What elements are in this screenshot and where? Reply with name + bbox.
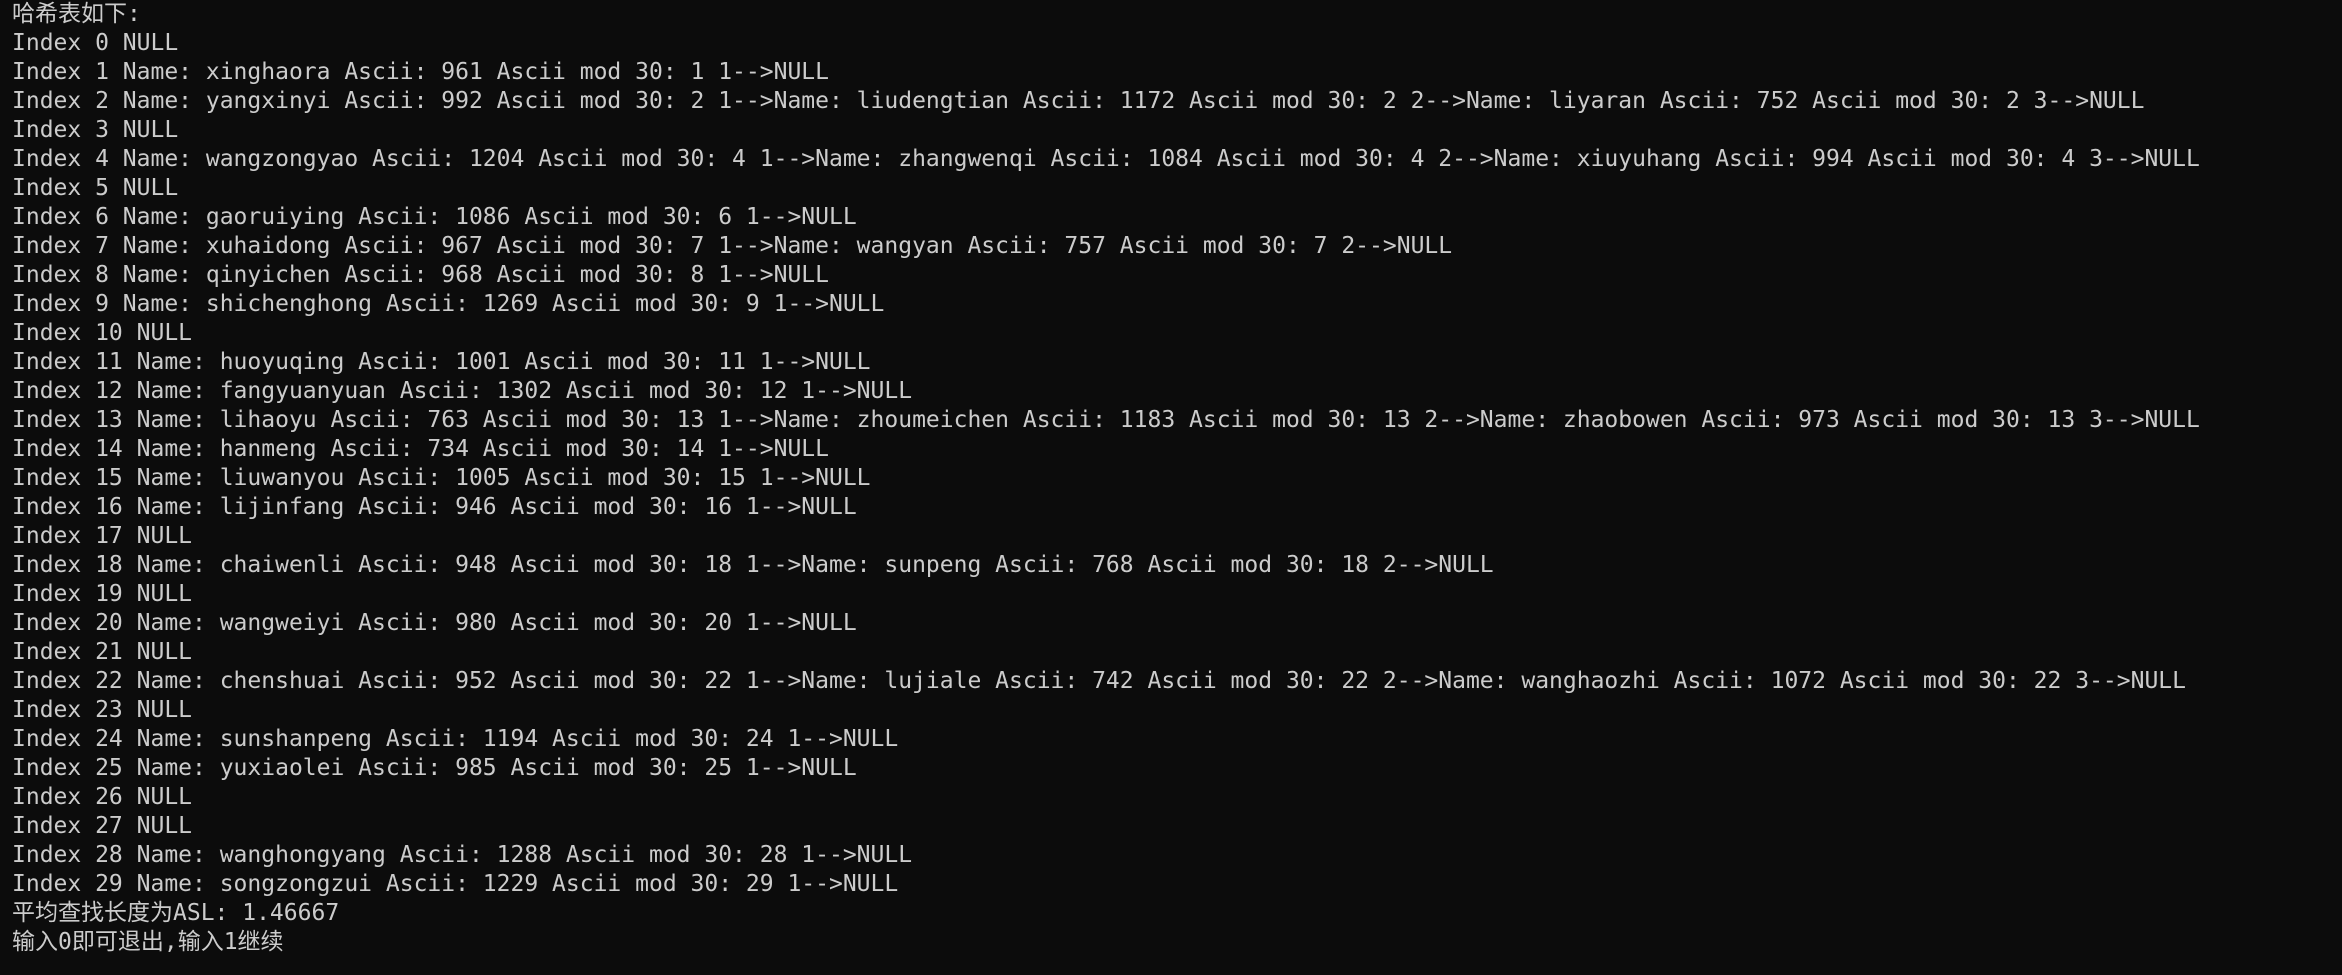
hash-row-25: Index 25 Name: yuxiaolei Ascii: 985 Asci… xyxy=(12,755,857,781)
hash-row-16: Index 16 Name: lijinfang Ascii: 946 Asci… xyxy=(12,494,857,520)
hash-row-5: Index 5 NULL xyxy=(12,175,179,201)
hash-row-18: Index 18 Name: chaiwenli Ascii: 948 Asci… xyxy=(12,552,1494,578)
hash-row-28: Index 28 Name: wanghongyang Ascii: 1288 … xyxy=(12,842,913,868)
hash-row-23: Index 23 NULL xyxy=(12,697,193,723)
hash-row-8: Index 8 Name: qinyichen Ascii: 968 Ascii… xyxy=(12,262,829,288)
hash-row-26: Index 26 NULL xyxy=(12,784,193,810)
hash-row-12: Index 12 Name: fangyuanyuan Ascii: 1302 … xyxy=(12,378,913,404)
hash-row-3: Index 3 NULL xyxy=(12,117,179,143)
hash-row-15: Index 15 Name: liuwanyou Ascii: 1005 Asc… xyxy=(12,465,871,491)
terminal-output[interactable]: 哈希表如下: Index 0 NULL Index 1 Name: xingha… xyxy=(12,0,2332,975)
hash-row-10: Index 10 NULL xyxy=(12,320,193,346)
hash-row-14: Index 14 Name: hanmeng Ascii: 734 Ascii … xyxy=(12,436,829,462)
hash-row-9: Index 9 Name: shichenghong Ascii: 1269 A… xyxy=(12,291,885,317)
hash-row-17: Index 17 NULL xyxy=(12,523,193,549)
hash-row-19: Index 19 NULL xyxy=(12,581,193,607)
hash-row-22: Index 22 Name: chenshuai Ascii: 952 Asci… xyxy=(12,668,2187,694)
hash-row-20: Index 20 Name: wangweiyi Ascii: 980 Asci… xyxy=(12,610,857,636)
hash-row-0: Index 0 NULL xyxy=(12,30,179,56)
hash-row-21: Index 21 NULL xyxy=(12,639,193,665)
hash-row-4: Index 4 Name: wangzongyao Ascii: 1204 As… xyxy=(12,146,2200,172)
hash-row-13: Index 13 Name: lihaoyu Ascii: 763 Ascii … xyxy=(12,407,2200,433)
asl-result-line: 平均查找长度为ASL: 1.46667 xyxy=(12,900,340,926)
hash-row-2: Index 2 Name: yangxinyi Ascii: 992 Ascii… xyxy=(12,88,2145,114)
hash-row-27: Index 27 NULL xyxy=(12,813,193,839)
header-line: 哈希表如下: xyxy=(12,1,141,27)
hash-row-1: Index 1 Name: xinghaora Ascii: 961 Ascii… xyxy=(12,59,829,85)
hash-row-7: Index 7 Name: xuhaidong Ascii: 967 Ascii… xyxy=(12,233,1453,259)
input-prompt-line: 输入0即可退出,输入1继续 xyxy=(12,929,284,955)
hash-row-29: Index 29 Name: songzongzui Ascii: 1229 A… xyxy=(12,871,899,897)
hash-row-11: Index 11 Name: huoyuqing Ascii: 1001 Asc… xyxy=(12,349,871,375)
hash-row-24: Index 24 Name: sunshanpeng Ascii: 1194 A… xyxy=(12,726,899,752)
hash-row-6: Index 6 Name: gaoruiying Ascii: 1086 Asc… xyxy=(12,204,857,230)
